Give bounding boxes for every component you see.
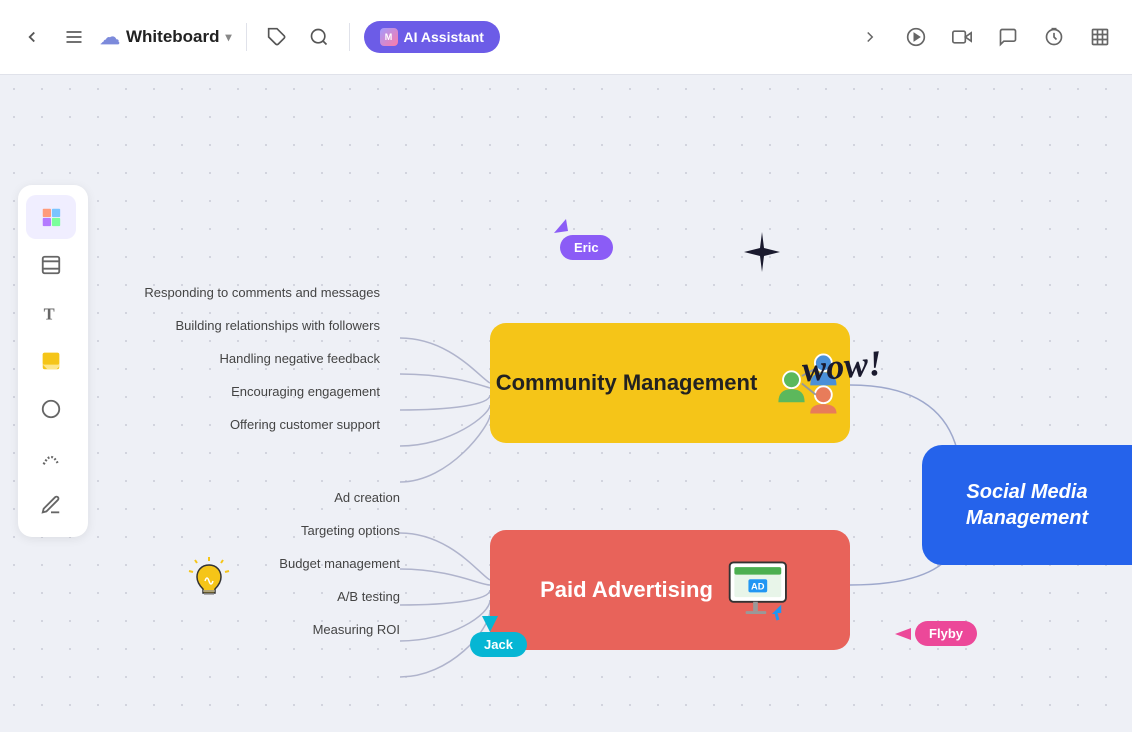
sparkle-icon <box>740 230 784 274</box>
lightbulb-icon <box>185 555 233 603</box>
eric-cursor: Eric <box>560 235 613 260</box>
community-item-5: Offering customer support <box>100 417 380 432</box>
canvas[interactable]: T <box>0 75 1132 732</box>
ad-icon: AD <box>725 553 800 628</box>
paid-item-4: A/B testing <box>120 589 400 604</box>
divider2 <box>349 23 350 51</box>
chart-button[interactable] <box>1084 21 1116 53</box>
community-management-node[interactable]: Community Management <box>490 323 850 443</box>
toolbar: ☁ Whiteboard ▾ M AI Assistant <box>0 0 1132 75</box>
jack-cursor: Jack <box>470 632 527 657</box>
paid-node-label: Paid Advertising <box>540 577 713 603</box>
jack-label: Jack <box>470 632 527 657</box>
ai-logo: M <box>380 28 398 46</box>
tag-button[interactable] <box>261 21 293 53</box>
left-sidebar: T <box>18 185 88 537</box>
community-item-4: Encouraging engagement <box>100 384 380 399</box>
social-media-node[interactable]: Social MediaManagement <box>922 445 1132 565</box>
divider <box>246 23 247 51</box>
chevron-down-icon: ▾ <box>226 30 232 44</box>
whiteboard-title[interactable]: ☁ Whiteboard ▾ <box>100 25 232 50</box>
sparkle-decoration <box>740 230 784 284</box>
chat-button[interactable] <box>992 21 1024 53</box>
svg-text:AD: AD <box>751 581 765 591</box>
lightbulb-decoration <box>185 555 233 612</box>
paid-item-2: Targeting options <box>120 523 400 538</box>
paid-item-5: Measuring ROI <box>120 622 400 637</box>
sidebar-item-sticky-notes[interactable] <box>26 195 76 239</box>
wow-decoration: wow! <box>800 342 883 391</box>
toolbar-right <box>854 21 1116 53</box>
sidebar-item-shapes[interactable] <box>26 387 76 431</box>
svg-text:T: T <box>44 304 55 323</box>
flyby-label: Flyby <box>915 621 977 646</box>
ai-button-label: AI Assistant <box>404 29 484 45</box>
timer-button[interactable] <box>1038 21 1070 53</box>
paid-item-3: Budget management <box>120 556 400 571</box>
sidebar-item-sticky[interactable] <box>26 339 76 383</box>
paid-item-1: Ad creation <box>120 490 400 505</box>
community-item-3: Handling negative feedback <box>100 351 380 366</box>
sidebar-item-text[interactable]: T <box>26 291 76 335</box>
eric-label: Eric <box>560 235 613 260</box>
paid-advertising-node[interactable]: Paid Advertising AD <box>490 530 850 650</box>
sidebar-item-connector[interactable] <box>26 435 76 479</box>
toolbar-left: ☁ Whiteboard ▾ M AI Assistant <box>16 21 846 53</box>
sidebar-item-frame[interactable] <box>26 243 76 287</box>
flyby-cursor-arrow <box>895 626 911 642</box>
expand-button[interactable] <box>854 21 886 53</box>
eric-cursor-arrow <box>552 215 572 235</box>
back-button[interactable] <box>16 21 48 53</box>
jack-cursor-arrow <box>480 614 500 634</box>
flyby-cursor: Flyby <box>895 621 977 646</box>
community-item-2: Building relationships with followers <box>100 318 380 333</box>
present-button[interactable] <box>946 21 978 53</box>
title-text: Whiteboard <box>126 27 220 47</box>
sidebar-item-pen[interactable] <box>26 483 76 527</box>
community-item-1: Responding to comments and messages <box>100 285 380 300</box>
paid-ad-items: Ad creation Targeting options Budget man… <box>120 490 400 655</box>
social-node-label: Social MediaManagement <box>950 479 1104 531</box>
menu-button[interactable] <box>58 21 90 53</box>
community-node-label: Community Management <box>496 370 758 396</box>
play-button[interactable] <box>900 21 932 53</box>
ai-assistant-button[interactable]: M AI Assistant <box>364 21 500 53</box>
search-button[interactable] <box>303 21 335 53</box>
community-items: Responding to comments and messages Buil… <box>100 285 380 450</box>
cloud-icon: ☁ <box>100 25 120 50</box>
